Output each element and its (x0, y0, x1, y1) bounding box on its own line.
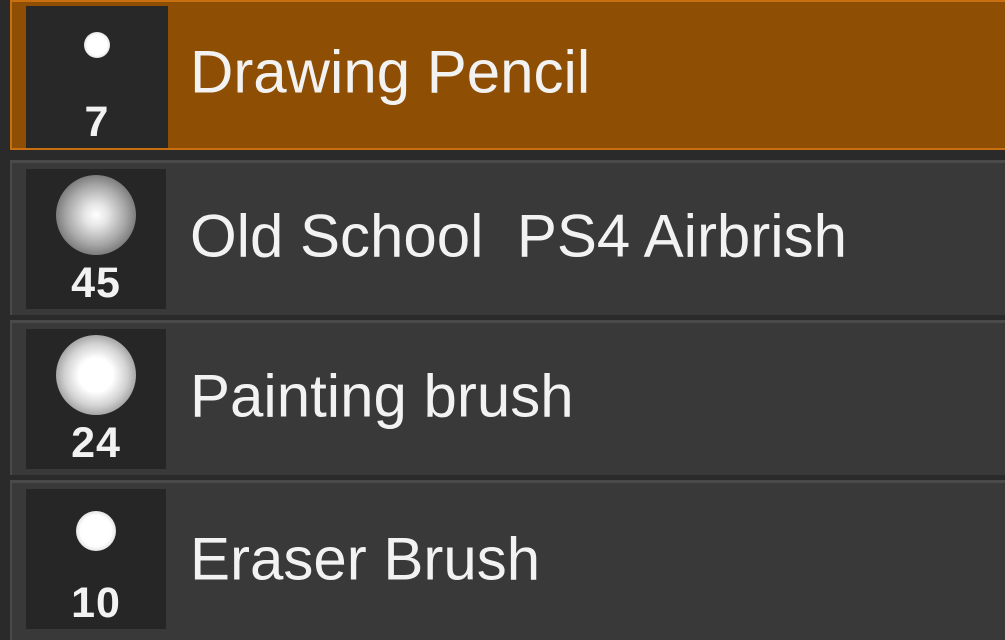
hard-round-brush-tip-icon (84, 32, 110, 58)
brush-preset-painting-brush[interactable]: 24 Painting brush (10, 320, 1005, 475)
brush-thumbnail: 7 (26, 6, 168, 148)
brush-name-label: Painting brush (190, 362, 574, 430)
brush-size-label: 10 (71, 579, 121, 627)
brush-thumbnail: 24 (26, 329, 166, 469)
brush-size-label: 45 (71, 259, 121, 307)
brush-preset-eraser-brush[interactable]: 10 Eraser Brush (10, 480, 1005, 640)
brush-name-label: Eraser Brush (190, 525, 541, 593)
brush-preset-list: 7 Drawing Pencil 45 Old School PS4 Airbr… (0, 0, 1005, 640)
brush-thumbnail: 10 (26, 489, 166, 629)
soft-round-brush-tip-icon (56, 175, 136, 255)
brush-preset-old-school-ps4-airbrish[interactable]: 45 Old School PS4 Airbrish (10, 160, 1005, 315)
brush-thumbnail: 45 (26, 169, 166, 309)
brush-name-label: Drawing Pencil (190, 38, 591, 106)
brush-name-label: Old School PS4 Airbrish (190, 202, 847, 270)
brush-size-label: 24 (71, 419, 121, 467)
hard-round-brush-tip-icon (76, 511, 116, 551)
brush-preset-drawing-pencil[interactable]: 7 Drawing Pencil (10, 0, 1005, 150)
brush-size-label: 7 (84, 98, 110, 146)
round-brush-tip-icon (56, 335, 136, 415)
